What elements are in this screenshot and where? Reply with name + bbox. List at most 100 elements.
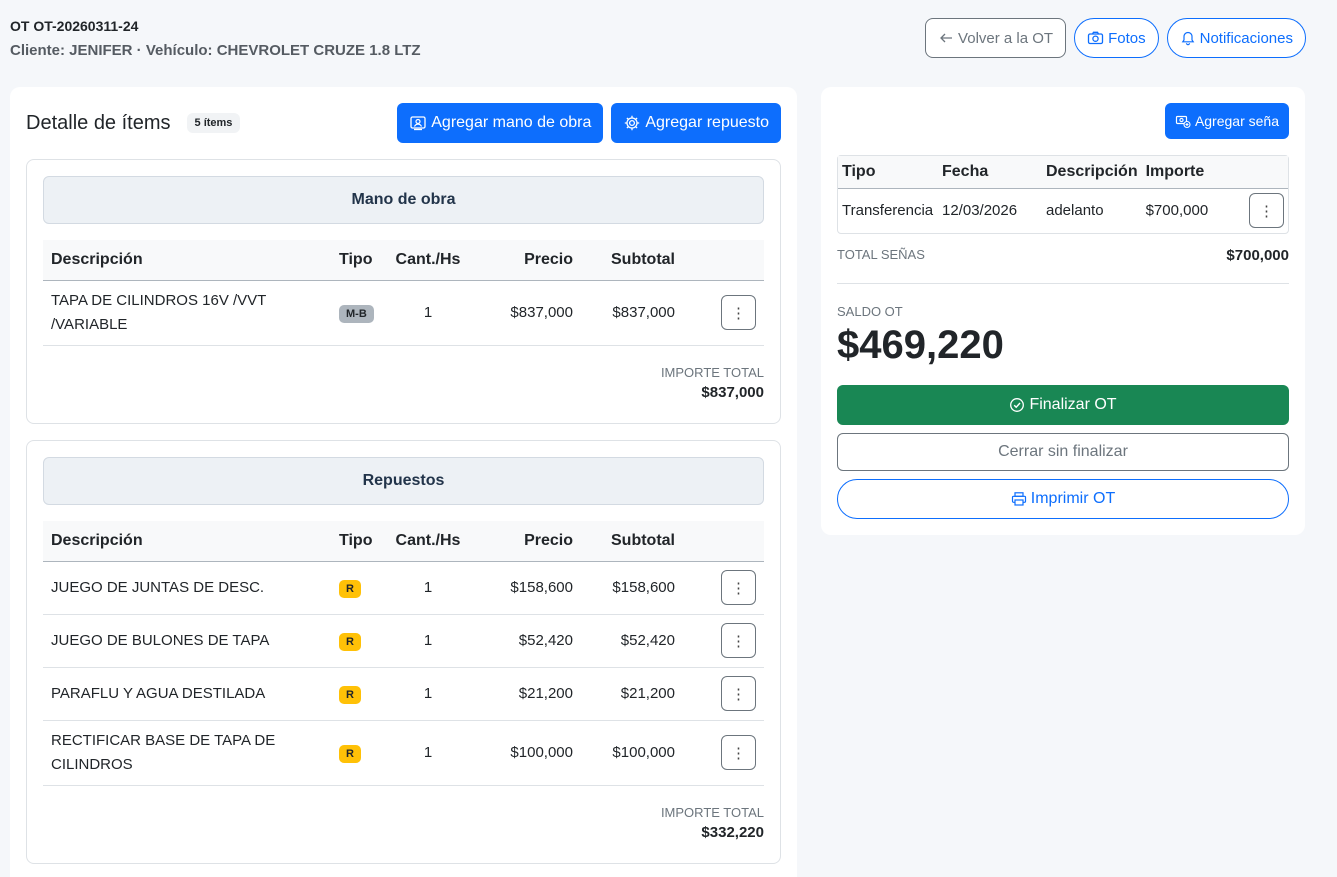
labor-section-title: Mano de obra — [43, 176, 764, 224]
labor-total: IMPORTE TOTAL $837,000 — [661, 365, 764, 401]
col-sena-tipo: Tipo — [838, 156, 938, 189]
back-button-label: Volver a la OT — [958, 29, 1054, 47]
print-button[interactable]: Imprimir OT — [837, 479, 1289, 519]
row-tipo: R — [331, 614, 383, 668]
row-tipo: M-B — [331, 280, 383, 346]
row-cant: 1 — [383, 720, 473, 786]
row-cant: 1 — [383, 280, 473, 346]
col-cant: Cant./Hs — [383, 240, 473, 281]
row-tipo: R — [331, 720, 383, 786]
table-row: JUEGO DE JUNTAS DE DESC. R 1 $158,600 $1… — [43, 561, 764, 615]
type-badge: M-B — [339, 305, 374, 323]
col-desc: Descripción — [43, 240, 331, 281]
table-row: JUEGO DE BULONES DE TAPA R 1 $52,420 $52… — [43, 614, 764, 668]
row-menu-button[interactable]: ⋮ — [721, 570, 756, 605]
senas-table-wrapper: Tipo Fecha Descripción Importe Transfere… — [837, 155, 1289, 234]
type-badge: R — [339, 633, 361, 651]
col-sena-fecha: Fecha — [938, 156, 1042, 189]
col-sena-importe: Importe — [1141, 156, 1242, 189]
type-badge: R — [339, 580, 361, 598]
notifications-button[interactable]: Notificaciones — [1166, 18, 1306, 58]
col-subtotal: Subtotal — [581, 521, 683, 562]
row-desc: TAPA DE CILINDROS 16V /VVT /VARIABLE — [43, 280, 331, 346]
senas-total-label: TOTAL SEÑAS — [837, 247, 925, 262]
row-actions: ⋮ — [683, 667, 764, 721]
parts-table: Descripción Tipo Cant./Hs Precio Subtota… — [43, 521, 764, 786]
row-actions: ⋮ — [683, 280, 764, 346]
row-menu-button[interactable]: ⋮ — [721, 295, 756, 330]
row-menu-button[interactable]: ⋮ — [721, 623, 756, 658]
col-subtotal: Subtotal — [581, 240, 683, 281]
page-header: OT OT-20260311-24 Cliente: JENIFER · Veh… — [10, 18, 421, 59]
col-precio: Precio — [473, 240, 581, 281]
saldo-label: SALDO OT — [837, 304, 903, 319]
type-badge: R — [339, 745, 361, 763]
add-sena-button[interactable]: Agregar seña — [1164, 103, 1289, 139]
senas-total: TOTAL SEÑAS $700,000 — [837, 247, 1289, 264]
kebab-icon: ⋮ — [731, 744, 746, 762]
kebab-icon: ⋮ — [731, 579, 746, 597]
table-row: RECTIFICAR BASE DE TAPA DE CILINDROS R 1… — [43, 720, 764, 786]
row-precio: $837,000 — [473, 280, 581, 346]
parts-total-label: IMPORTE TOTAL — [660, 805, 764, 820]
parts-total: IMPORTE TOTAL $332,220 — [661, 805, 764, 841]
row-menu-button[interactable]: ⋮ — [721, 676, 756, 711]
back-button[interactable]: Volver a la OT — [925, 18, 1067, 58]
ot-title: OT OT-20260311-24 — [10, 18, 139, 34]
labor-section: Mano de obra Descripción Tipo Cant./Hs P… — [26, 159, 781, 424]
sena-actions: ⋮ — [1242, 188, 1288, 233]
col-cant: Cant./Hs — [383, 521, 473, 562]
table-row: Transferencia 12/03/2026 adelanto $700,0… — [838, 188, 1288, 233]
top-actions: Volver a la OT Fotos Notificaciones — [925, 18, 1306, 58]
labor-total-value: $837,000 — [701, 384, 764, 401]
row-tipo: R — [331, 561, 383, 615]
row-menu-button[interactable]: ⋮ — [721, 735, 756, 770]
close-without-finalize-label: Cerrar sin finalizar — [998, 443, 1128, 460]
close-without-finalize-button[interactable]: Cerrar sin finalizar — [837, 433, 1289, 471]
sena-desc: adelanto — [1046, 202, 1104, 220]
printer-icon — [1011, 492, 1026, 506]
row-actions: ⋮ — [683, 614, 764, 668]
col-actions — [683, 521, 764, 562]
row-cant: 1 — [383, 614, 473, 668]
row-precio: $158,600 — [473, 561, 581, 615]
row-subtotal: $52,420 — [581, 614, 683, 668]
row-desc: JUEGO DE BULONES DE TAPA — [43, 614, 331, 668]
kebab-icon: ⋮ — [731, 632, 746, 650]
cash-add-icon — [1175, 115, 1191, 129]
add-part-button[interactable]: Agregar repuesto — [611, 103, 781, 143]
col-desc: Descripción — [43, 521, 331, 562]
sena-tipo: Transferencia — [842, 202, 934, 220]
row-precio: $52,420 — [473, 614, 581, 668]
arrow-left-icon — [940, 33, 953, 43]
row-desc: PARAFLU Y AGUA DESTILADA — [43, 667, 331, 721]
kebab-icon: ⋮ — [731, 685, 746, 703]
row-precio: $21,200 — [473, 667, 581, 721]
sena-menu-button[interactable]: ⋮ — [1249, 193, 1284, 229]
add-labor-button[interactable]: Agregar mano de obra — [397, 103, 604, 143]
parts-section-title: Repuestos — [43, 457, 764, 505]
col-tipo: Tipo — [331, 240, 383, 281]
col-precio: Precio — [473, 521, 581, 562]
items-card-header: Detalle de ítems 5 ítems Agregar mano de… — [26, 103, 781, 143]
senas-table: Tipo Fecha Descripción Importe Transfere… — [838, 156, 1288, 233]
row-cant: 1 — [383, 561, 473, 615]
table-row: TAPA DE CILINDROS 16V /VVT /VARIABLE M-B… — [43, 280, 764, 346]
camera-icon — [1087, 31, 1104, 45]
items-count-badge: 5 ítems — [186, 113, 241, 133]
col-sena-actions — [1241, 156, 1288, 189]
labor-table: Descripción Tipo Cant./Hs Precio Subtota… — [43, 240, 764, 346]
row-cant: 1 — [383, 667, 473, 721]
col-sena-desc: Descripción — [1042, 156, 1142, 189]
parts-total-value: $332,220 — [701, 824, 764, 841]
notifications-button-label: Notificaciones — [1199, 29, 1293, 47]
summary-card: Agregar seña Tipo Fecha Descripción Impo… — [821, 87, 1305, 535]
row-desc: RECTIFICAR BASE DE TAPA DE CILINDROS — [43, 720, 331, 786]
photos-button[interactable]: Fotos — [1074, 18, 1159, 58]
print-label: Imprimir OT — [1030, 490, 1116, 507]
add-sena-label: Agregar seña — [1194, 113, 1279, 129]
check-circle-icon — [1010, 398, 1025, 412]
finalize-button[interactable]: Finalizar OT — [837, 385, 1289, 425]
type-badge: R — [339, 686, 361, 704]
row-actions: ⋮ — [683, 720, 764, 786]
